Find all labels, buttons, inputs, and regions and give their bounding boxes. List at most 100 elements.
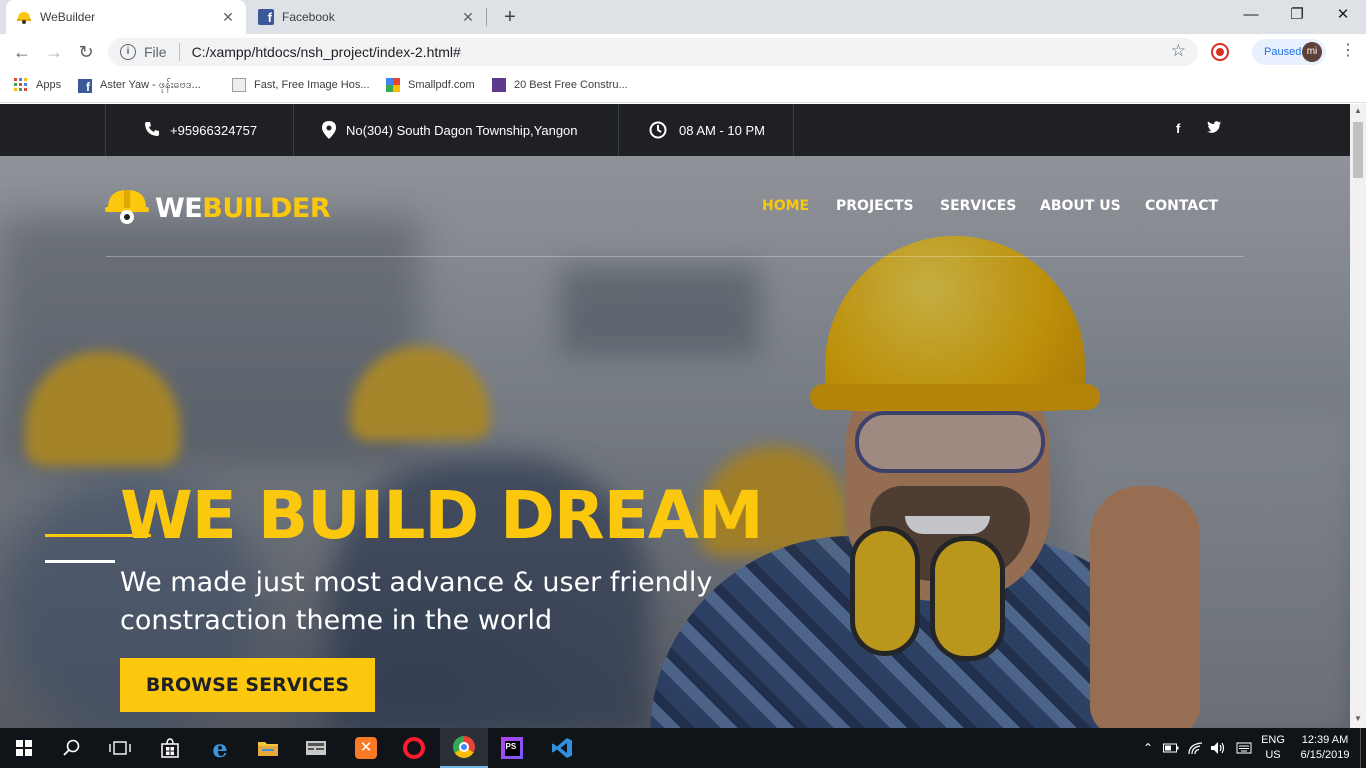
hero-headline: WE BUILD DREAM [120,477,764,554]
site-logo[interactable]: WEBUILDER [105,186,331,231]
tab-facebook[interactable]: f Facebook ✕ [248,0,486,34]
close-window-button[interactable]: ✕ [1320,4,1366,26]
nav-contact[interactable]: CONTACT [1145,198,1218,214]
search-icon [63,739,80,756]
tab-strip: WeBuilder ✕ f Facebook ✕ + — ❐ ✕ [0,0,1366,34]
topbar-address: No(304) South Dagon Township,Yangon [293,104,618,156]
browser-toolbar: ← → ↻ i File C:/xampp/htdocs/nsh_project… [0,34,1366,70]
facebook-favicon-icon: f [258,9,274,25]
taskbar-store[interactable] [146,728,194,768]
facebook-icon: f [78,79,92,94]
scroll-up-arrow-icon[interactable]: ▲ [1350,106,1366,115]
keyboard-icon[interactable] [1234,728,1254,768]
phpstorm-icon: PS [501,737,523,759]
twitter-icon[interactable] [1207,121,1221,136]
paused-label: Paused [1264,46,1302,58]
scroll-thumb[interactable] [1353,122,1363,178]
reload-button[interactable]: ↻ [74,40,98,64]
bookmark-label: Aster Yaw - ဖုန်းဗေဒ... [100,79,201,91]
start-button[interactable] [0,728,48,768]
nav-services[interactable]: SERVICES [940,198,1016,214]
show-desktop-button[interactable] [1360,728,1366,768]
battery-icon[interactable] [1162,728,1180,768]
scheme-label: File [144,44,167,60]
task-view-icon [109,741,131,755]
topbar-hours: 08 AM - 10 PM [618,104,794,156]
store-icon [161,738,179,758]
menu-kebab-icon[interactable]: ⋮ [1340,41,1356,61]
profile-avatar[interactable]: mi [1302,42,1322,62]
hero-section: WEBUILDER HOME PROJECTS SERVICES ABOUT U… [0,156,1350,728]
bookmark-label: Smallpdf.com [408,79,475,91]
bookmark-star-icon[interactable]: ☆ [1171,41,1186,61]
close-tab-icon[interactable]: ✕ [460,9,476,25]
taskbar-opera[interactable] [390,728,438,768]
search-button[interactable] [48,728,96,768]
smallpdf-icon [386,78,400,92]
facebook-icon[interactable]: f [1176,121,1180,136]
bookmark-aster-yaw[interactable]: f Aster Yaw - ဖုန်းဗေဒ... [78,78,201,94]
address-bar[interactable]: i File C:/xampp/htdocs/nsh_project/index… [108,38,1198,66]
accent-line-white [45,560,115,563]
bookmark-image-host[interactable]: Fast, Free Image Hos... [232,78,370,92]
bookmark-label: Apps [36,79,62,91]
taskbar-chrome[interactable] [440,728,488,768]
taskbar-xampp[interactable]: ✕ [342,728,390,768]
bookmark-label: Fast, Free Image Hos... [254,79,370,91]
nav-about-us[interactable]: ABOUT US [1040,198,1121,214]
phone-number: +95966324757 [170,122,258,138]
bookmark-construction[interactable]: 20 Best Free Constru... [492,78,628,92]
contact-topbar: +95966324757 No(304) South Dagon Townshi… [0,104,1350,156]
bookmark-smallpdf[interactable]: Smallpdf.com [386,78,475,92]
website-viewport: +95966324757 No(304) South Dagon Townshi… [0,104,1350,728]
nav-home[interactable]: HOME [762,198,809,214]
record-extension-icon[interactable] [1211,43,1229,61]
language-indicator[interactable]: ENG US [1256,728,1290,768]
forward-button[interactable]: → [42,40,66,64]
new-tab-button[interactable]: + [500,6,520,28]
tab-webuilder[interactable]: WeBuilder ✕ [6,0,246,34]
volume-icon[interactable] [1208,728,1228,768]
phone-icon [144,121,160,140]
taskbar-vscode[interactable] [538,728,586,768]
map-pin-icon [322,121,336,142]
colorlib-icon [492,78,506,92]
taskbar-edge[interactable]: e [196,728,244,768]
site-info-icon[interactable]: i [120,44,136,60]
taskbar-terminal[interactable] [292,728,340,768]
task-view-button[interactable] [96,728,144,768]
windows-logo-icon [16,740,32,756]
url-text[interactable]: C:/xampp/htdocs/nsh_project/index-2.html… [192,44,461,60]
browse-services-button[interactable]: BROWSE SERVICES [120,658,375,712]
minimize-button[interactable]: — [1228,4,1274,26]
edge-icon: e [212,733,228,763]
back-button[interactable]: ← [10,40,34,64]
address-divider [178,43,180,61]
clock-icon [649,121,667,142]
taskbar-phpstorm[interactable]: PS [488,728,536,768]
xampp-icon: ✕ [355,737,377,759]
bookmarks-bar: Apps f Aster Yaw - ဖုန်းဗေဒ... Fast, Fre… [0,70,1366,103]
clock[interactable]: 12:39 AM 6/15/2019 [1294,728,1356,768]
page-scrollbar[interactable]: ▲ ▼ [1350,104,1366,728]
terminal-icon [306,741,326,755]
tab-divider [486,8,487,26]
close-tab-icon[interactable]: ✕ [220,9,236,25]
bookmark-apps[interactable]: Apps [14,78,61,92]
nav-projects[interactable]: PROJECTS [836,198,914,214]
logo-builder: BUILDER [202,193,331,224]
scroll-down-arrow-icon[interactable]: ▼ [1350,714,1366,723]
wifi-icon[interactable] [1186,728,1206,768]
page-icon [232,78,246,92]
taskbar-file-explorer[interactable] [244,728,292,768]
hero-content: WEBUILDER HOME PROJECTS SERVICES ABOUT U… [0,156,1350,728]
clock-date: 6/15/2019 [1300,749,1350,761]
region-code: US [1265,749,1281,761]
bookmark-label: 20 Best Free Constru... [514,79,628,91]
tab-title: Facebook [282,10,335,24]
address-text: No(304) South Dagon Township,Yangon [346,122,578,138]
restore-button[interactable]: ❐ [1274,4,1320,26]
show-hidden-icons-button[interactable]: ⌃ [1138,728,1158,768]
windows-taskbar: e ✕ PS ⌃ ENG US 12:39 AM 6/15/2019 [0,728,1366,768]
topbar-phone[interactable]: +95966324757 [105,104,293,156]
